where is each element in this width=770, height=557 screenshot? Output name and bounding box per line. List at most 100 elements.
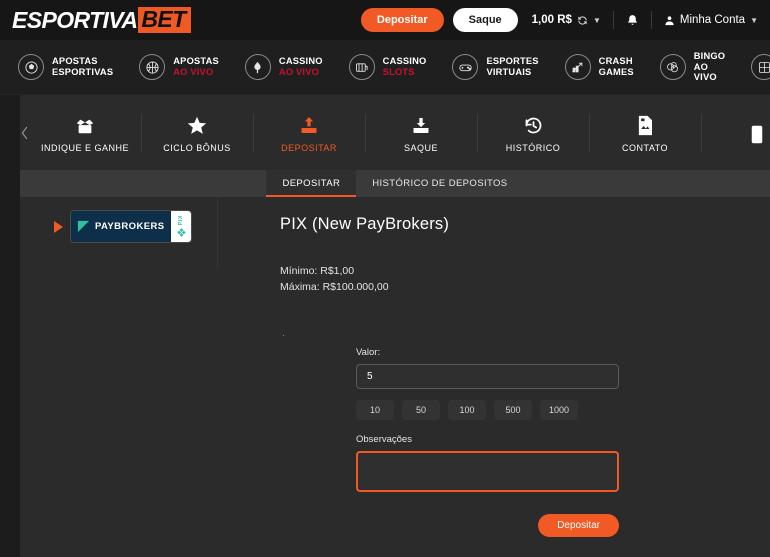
subnav-label: SAQUE xyxy=(403,143,438,153)
nav-label-line2: AO VIVO xyxy=(693,61,717,83)
limits-block: Mínimo: R$1,00 Máxima: R$100.000,00 xyxy=(280,264,770,296)
logo-text-main: ESPORTIVA xyxy=(12,6,138,33)
account-menu[interactable]: Minha Conta ▼ xyxy=(664,14,758,26)
quick-amount-500[interactable]: 500 xyxy=(494,400,532,420)
quick-amount-100[interactable]: 100 xyxy=(448,400,486,420)
page-title: PIX (New PayBrokers) xyxy=(280,215,450,233)
download-tray-icon xyxy=(411,112,431,136)
nav-label: CASSINO SLOTS xyxy=(383,56,427,77)
nav-item-cassino-ao-vivo[interactable]: CASSINO AO VIVO xyxy=(244,54,337,80)
stray-dot-text: . xyxy=(282,327,285,339)
paybrokers-logo[interactable]: PAYBROKERS PIX xyxy=(71,211,192,242)
nav-label-line1: CASSINO xyxy=(382,56,427,67)
limit-maximum: Máxima: R$100.000,00 xyxy=(280,280,389,293)
quick-amount-chips: 10 50 100 500 1000 xyxy=(356,400,619,420)
user-icon xyxy=(664,15,675,26)
bingo-ball-icon xyxy=(659,54,686,80)
nav-item-apostas-esportivas[interactable]: APOSTAS ESPORTIVAS xyxy=(18,54,127,80)
method-detail: PIX (New PayBrokers) Mínimo: R$1,00 Máxi… xyxy=(218,197,770,557)
balance-amount: 1,00 R$ xyxy=(531,14,572,26)
nav-label-line1: APOSTAS xyxy=(173,56,219,67)
bell-icon[interactable] xyxy=(626,14,639,27)
chevron-left-icon[interactable] xyxy=(20,126,29,140)
nav-item-apostas-ao-vivo[interactable]: APOSTAS AO VIVO xyxy=(139,54,233,80)
soccer-ball-icon xyxy=(18,54,44,80)
balance-chevron-down-icon[interactable]: ▼ xyxy=(593,16,601,25)
nav-label-line2: ESPORTIVAS xyxy=(52,67,114,77)
nav-label-line2: AO VIVO xyxy=(278,67,320,77)
page-root: ESPORTIVA BET Depositar Saque 1,00 R$ ▼ xyxy=(0,0,770,557)
tab-historico-de-depositos[interactable]: HISTÓRICO DE DEPOSITOS xyxy=(356,170,523,197)
submit-deposit-button[interactable]: Depositar xyxy=(538,514,619,537)
balance-display[interactable]: 1,00 R$ ▼ xyxy=(532,14,601,26)
quick-amount-1000[interactable]: 1000 xyxy=(540,400,578,420)
logo-text-accent: BET xyxy=(138,7,191,33)
limit-minimum: Mínimo: R$1,00 xyxy=(280,265,355,277)
subnav-label: CONTATO xyxy=(622,143,668,153)
basketball-icon xyxy=(139,54,166,80)
quick-amount-10[interactable]: 10 xyxy=(356,400,394,420)
subnav-item-ciclo-bonus[interactable]: CICLO BÔNUS xyxy=(141,102,253,164)
site-logo[interactable]: ESPORTIVA BET xyxy=(6,7,191,33)
nav-item-bingo-ao-vivo[interactable]: BINGO AO VIVO xyxy=(659,51,739,83)
deposit-tabs: DEPOSITAR HISTÓRICO DE DEPOSITOS xyxy=(20,170,770,197)
quick-amount-50[interactable]: 50 xyxy=(402,400,440,420)
header-deposit-button[interactable]: Depositar xyxy=(360,8,444,32)
subnav-item-depositar[interactable]: DEPOSITAR xyxy=(253,102,365,164)
nav-item-esportes-virtuais[interactable]: ESPORTES VIRTUAIS xyxy=(452,54,552,80)
nav-label-line2: AO VIVO xyxy=(173,67,214,77)
subnav-item-saque[interactable]: SAQUE xyxy=(365,102,477,164)
turbo-grid-icon xyxy=(751,54,770,80)
nav-label-line2: VIRTUAIS xyxy=(486,67,532,77)
nav-label-line1: APOSTAS xyxy=(52,56,98,67)
submit-row: Depositar xyxy=(356,514,619,537)
slot-machine-icon xyxy=(348,54,375,80)
deposit-form: Valor: 10 50 100 500 1000 Observações xyxy=(356,347,619,537)
document-icon xyxy=(636,112,654,136)
pix-badge: PIX xyxy=(171,211,192,242)
nav-label-line2: GAMES xyxy=(598,67,634,77)
refresh-icon[interactable] xyxy=(577,15,588,26)
payment-method-paybrokers[interactable]: PAYBROKERS PIX xyxy=(20,211,217,242)
rocket-chart-icon xyxy=(564,54,591,80)
cards-icon xyxy=(244,54,271,80)
nav-item-jogos-turbo[interactable]: JOGOS TURBO xyxy=(751,54,770,80)
amount-input[interactable] xyxy=(356,364,619,389)
nav-label-line1: CASSINO xyxy=(278,56,323,67)
amount-label: Valor: xyxy=(356,347,381,358)
notes-label: Observações xyxy=(356,434,412,445)
header-actions: Depositar Saque 1,00 R$ ▼ Minha Conta ▼ xyxy=(360,8,758,32)
account-label: Minha Conta xyxy=(679,14,746,26)
partial-icon xyxy=(748,121,766,145)
open-box-icon xyxy=(74,112,96,136)
subnav-label: HISTÓRICO xyxy=(505,143,561,153)
notes-textarea[interactable] xyxy=(356,451,619,492)
nav-label-line1: ESPORTES xyxy=(486,56,539,67)
upload-tray-icon xyxy=(299,112,319,136)
top-header: ESPORTIVA BET Depositar Saque 1,00 R$ ▼ xyxy=(0,0,770,40)
nav-label: ESPORTES VIRTUAIS xyxy=(486,56,538,77)
payment-methods-column: PAYBROKERS PIX xyxy=(20,197,218,269)
gamepad-icon xyxy=(452,54,479,80)
nav-label: BINGO AO VIVO xyxy=(694,51,725,83)
paybrokers-name: PAYBROKERS xyxy=(95,221,165,232)
pix-label: PIX xyxy=(177,214,184,226)
nav-item-cassino-slots[interactable]: CASSINO SLOTS xyxy=(348,54,441,80)
subnav-item-partial[interactable] xyxy=(701,102,770,164)
history-clock-icon xyxy=(523,112,544,136)
account-chevron-down-icon[interactable]: ▼ xyxy=(750,16,758,25)
subnav-item-contato[interactable]: CONTATO xyxy=(589,102,701,164)
primary-nav: APOSTAS ESPORTIVAS APOSTAS AO VIVO CASSI… xyxy=(0,40,770,95)
secondary-nav: INDIQUE E GANHE CICLO BÔNUS DEPOSITAR SA… xyxy=(20,95,770,170)
nav-item-crash-games[interactable]: CRASH GAMES xyxy=(564,54,648,80)
header-withdraw-button[interactable]: Saque xyxy=(452,8,518,32)
subnav-item-indique-e-ganhe[interactable]: INDIQUE E GANHE xyxy=(29,102,141,164)
nav-label-line1: BINGO xyxy=(693,50,726,61)
nav-label: APOSTAS AO VIVO xyxy=(173,56,219,77)
tab-depositar[interactable]: DEPOSITAR xyxy=(266,170,357,197)
page-body: INDIQUE E GANHE CICLO BÔNUS DEPOSITAR SA… xyxy=(0,95,770,557)
nav-label-line1: CRASH xyxy=(598,56,633,67)
star-icon xyxy=(186,112,208,136)
subnav-label: INDIQUE E GANHE xyxy=(40,143,129,153)
subnav-item-historico[interactable]: HISTÓRICO xyxy=(477,102,589,164)
